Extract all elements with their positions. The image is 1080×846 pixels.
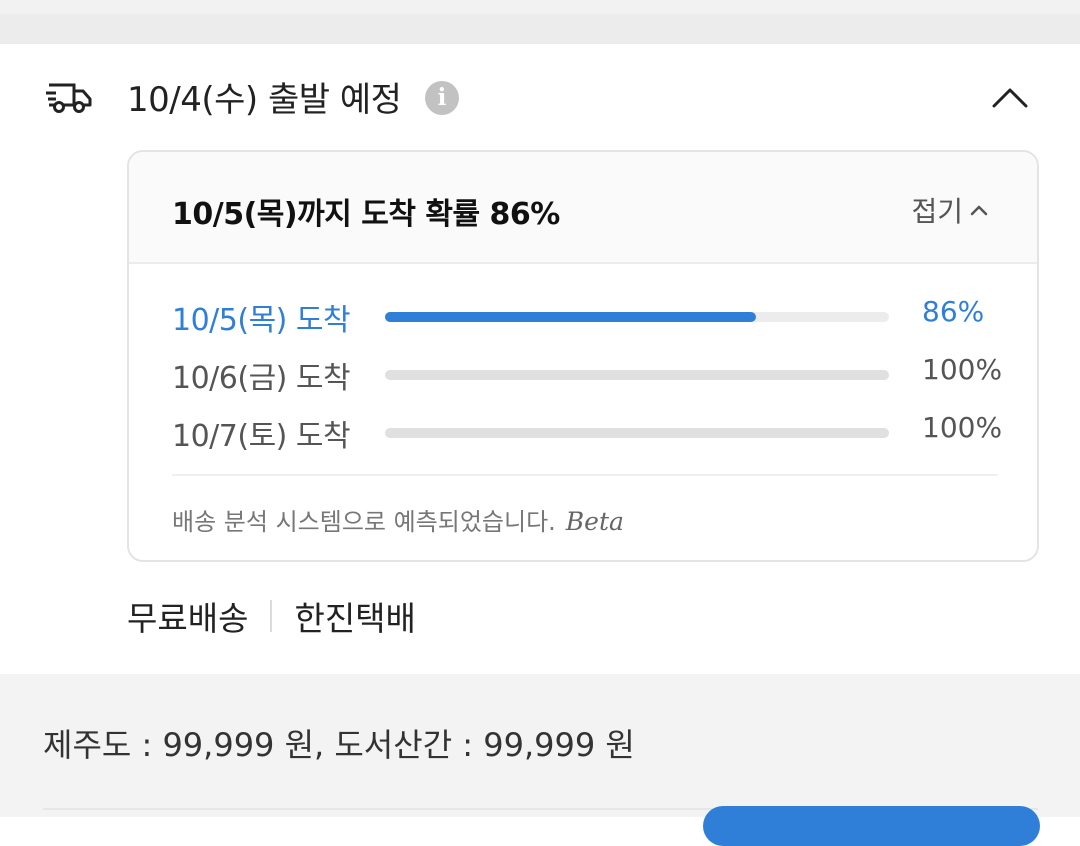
- beta-label: Beta: [565, 507, 624, 536]
- section-gap: [0, 14, 1080, 44]
- probability-row-label: 10/6(금) 도착: [172, 361, 351, 396]
- shipping-fee-type: 무료배송: [127, 599, 249, 638]
- info-icon[interactable]: i: [425, 81, 459, 115]
- probability-row: 10/6(금) 도착 100%: [172, 353, 1003, 396]
- probability-row-label: 10/7(토) 도착: [172, 419, 351, 454]
- fold-button[interactable]: 접기: [911, 190, 989, 230]
- shipping-info: 무료배송 한진택배: [127, 592, 416, 640]
- probability-bar-fill: [385, 370, 889, 380]
- extra-fee-text: 제주도 : 99,999 원, 도서산간 : 99,999 원: [43, 726, 635, 764]
- probability-bar: [385, 428, 889, 438]
- top-band: [0, 0, 1080, 14]
- chevron-up-icon[interactable]: [990, 82, 1030, 112]
- analysis-note-text: 배송 분석 시스템으로 예측되었습니다.: [172, 508, 556, 536]
- shipping-separator: [270, 600, 273, 632]
- probability-bar-fill: [385, 312, 756, 322]
- probability-percent: 100%: [922, 353, 1003, 386]
- card-header: 10/5(목)까지 도착 확률 86% 접기: [129, 152, 1037, 264]
- truck-icon: [46, 83, 92, 113]
- fold-label: 접기: [911, 195, 963, 228]
- shipping-carrier: 한진택배: [294, 599, 416, 638]
- card-title: 10/5(목)까지 도착 확률 86%: [172, 197, 560, 232]
- chevron-up-small-icon: [970, 205, 988, 216]
- probability-bar: [385, 370, 889, 380]
- probability-bar-fill: [385, 428, 889, 438]
- probability-bar: [385, 312, 889, 322]
- probability-percent: 86%: [922, 295, 985, 328]
- departure-text: 10/4(수) 출발 예정: [127, 80, 402, 120]
- probability-row-label: 10/5(목) 도착: [172, 303, 351, 338]
- arrival-probability-card: 10/5(목)까지 도착 확률 86% 접기 10/5(목) 도착 86% 10…: [127, 150, 1039, 562]
- bottom-action-button[interactable]: [703, 806, 1040, 846]
- analysis-note: 배송 분석 시스템으로 예측되었습니다. Beta: [172, 502, 624, 537]
- probability-row: 10/5(목) 도착 86%: [172, 295, 1002, 338]
- card-divider: [172, 474, 998, 476]
- probability-percent: 100%: [922, 411, 1003, 444]
- probability-row: 10/7(토) 도착 100%: [172, 411, 1003, 454]
